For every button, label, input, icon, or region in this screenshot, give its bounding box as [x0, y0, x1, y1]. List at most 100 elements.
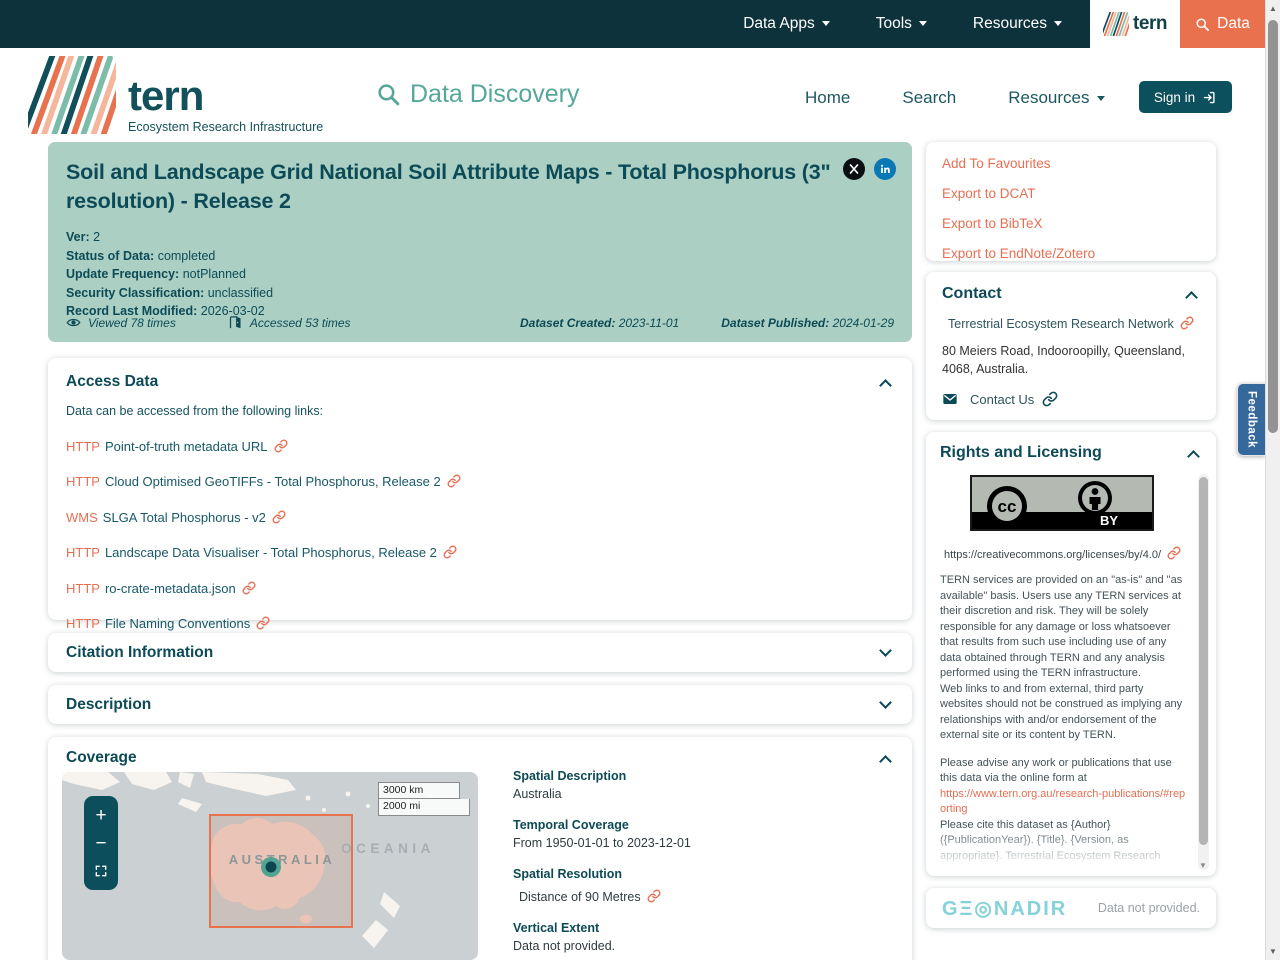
description-heading: Description [66, 695, 152, 713]
tern-tagline: Ecosystem Research Infrastructure [128, 120, 324, 134]
access-link-label: File Naming Conventions [104, 616, 251, 631]
access-link-label: Cloud Optimised GeoTIFFs - Total Phospho… [104, 474, 441, 489]
access-link-ro-crate[interactable]: HTTP ro-crate-metadata.json [66, 581, 894, 596]
map-marker[interactable] [261, 857, 281, 877]
export-bibtex-link[interactable]: Export to BibTeX [942, 208, 1200, 238]
export-endnote-link[interactable]: Export to EndNote/Zotero [942, 238, 1200, 268]
rights-text: TERN services are provided on an "as-is"… [940, 573, 1186, 864]
contact-us-label: Contact Us [970, 391, 1035, 407]
dataset-published: Dataset Published: 2024-01-29 [721, 316, 894, 330]
access-link-wms[interactable]: WMS SLGA Total Phosphorus - v2 [66, 510, 894, 525]
access-data-intro: Data can be accessed from the following … [66, 404, 324, 418]
access-data-heading: Access Data [66, 373, 159, 390]
topnav-resources[interactable]: Resources [973, 15, 1062, 33]
export-dcat-link[interactable]: Export to DCAT [942, 178, 1200, 208]
chevron-up-icon [879, 754, 892, 768]
contact-org-name: Terrestrial Ecosystem Research Network [948, 317, 1174, 331]
rights-header[interactable]: Rights and Licensing [940, 444, 1202, 463]
scroll-down-arrow-icon[interactable]: ▼ [1199, 861, 1207, 870]
temporal-coverage-value: From 1950-01-01 to 2023-12-01 [513, 836, 691, 850]
citation-heading: Citation Information [66, 643, 214, 661]
tern-home-link[interactable]: tern [1090, 0, 1180, 48]
rights-disclaimer-1: TERN services are provided on an "as-is"… [940, 574, 1183, 679]
contact-header[interactable]: Contact [942, 285, 1200, 304]
page-scrollbar[interactable]: ▲ ▼ [1265, 0, 1280, 960]
description-header[interactable]: Description [66, 696, 894, 714]
meta-update-frequency-value: notPlanned [182, 267, 246, 282]
citation-card: Citation Information [48, 633, 912, 672]
sign-in-label: Sign in [1153, 89, 1196, 105]
data-discovery-title[interactable]: Data Discovery [376, 80, 580, 109]
sign-in-button[interactable]: Sign in [1139, 81, 1232, 113]
access-link-file-naming[interactable]: HTTP File Naming Conventions [66, 616, 894, 631]
geonadir-status: Data not provided. [1097, 901, 1200, 915]
fullscreen-button[interactable] [94, 864, 108, 878]
protocol-badge: HTTP [66, 616, 100, 631]
meta-security-label: Security Classification: [66, 285, 205, 300]
access-link-geotiffs[interactable]: HTTP Cloud Optimised GeoTIFFs - Total Pho… [66, 474, 894, 489]
contact-card: Contact Terrestrial Ecosystem Research N… [926, 272, 1216, 420]
report-publications-link[interactable]: https://www.tern.org.au/research-publica… [940, 788, 1185, 816]
meta-security: Security Classification: unclassified [66, 284, 894, 303]
link-icon [647, 889, 661, 903]
link-icon [256, 616, 270, 630]
geonadir-logo[interactable]: GΞ◎NADIR [942, 896, 1067, 921]
top-nav-links: Data Apps Tools Resources [743, 15, 1062, 33]
protocol-badge: HTTP [66, 438, 100, 454]
access-link-point-of-truth[interactable]: HTTP Point-of-truth metadata URL [66, 439, 894, 454]
license-url-link[interactable]: https://creativecommons.org/licenses/by/… [944, 546, 1202, 561]
access-data-card: Access Data Data can be accessed from th… [48, 358, 912, 631]
coverage-card: Coverage AUSTRALIA OCEANIA + − 3000 km 2… [48, 737, 912, 960]
coverage-header[interactable]: Coverage [62, 749, 898, 768]
contact-heading: Contact [942, 285, 1002, 302]
coverage-map[interactable]: AUSTRALIA OCEANIA + − 3000 km 2000 mi [62, 772, 478, 960]
access-link-label: Landscape Data Visualiser - Total Phosph… [104, 545, 437, 560]
meta-security-value: unclassified [207, 285, 274, 300]
link-icon [447, 474, 461, 488]
data-portal-button[interactable]: Data [1180, 0, 1265, 48]
accessed-count: Accessed 53 times [228, 315, 351, 330]
add-to-favourites-link[interactable]: Add To Favourites [942, 148, 1200, 178]
nav-resources[interactable]: Resources [1008, 88, 1105, 108]
contact-org-link[interactable]: Terrestrial Ecosystem Research Network [942, 316, 1200, 331]
share-linkedin-button[interactable] [874, 158, 896, 180]
scroll-down-arrow-icon[interactable]: ▼ [1266, 947, 1280, 956]
cc-attribution-person-icon [1078, 481, 1112, 515]
meta-update-frequency: Update Frequency: notPlanned [66, 265, 894, 284]
data-portal-label: Data [1217, 15, 1250, 32]
spatial-resolution-value: Distance of 90 Metres [519, 890, 641, 904]
description-card: Description [48, 685, 912, 724]
scroll-up-arrow-icon[interactable]: ▲ [1266, 4, 1280, 13]
viewed-count-text: Viewed 78 times [88, 315, 176, 330]
nav-search[interactable]: Search [902, 88, 956, 108]
tern-logo-australia-icon [28, 56, 116, 134]
rights-citation-note: Please cite this dataset as {Author} ({P… [940, 818, 1161, 862]
rights-scrollbar[interactable]: ▼ [1198, 474, 1209, 870]
chevron-up-icon [1187, 449, 1200, 463]
topnav-data-apps[interactable]: Data Apps [743, 15, 830, 33]
zoom-out-button[interactable]: − [95, 834, 106, 853]
contact-address: 80 Meiers Road, Indooroopilly, Queenslan… [942, 344, 1185, 376]
dataset-dates: Dataset Created: 2023-11-01 Dataset Publ… [520, 316, 894, 330]
chevron-up-icon [1185, 290, 1198, 304]
rights-scrollbar-thumb[interactable] [1199, 477, 1208, 845]
cc-by-license-badge[interactable]: BY cc [970, 475, 1154, 531]
export-menu-card: Add To Favourites Export to DCAT Export … [926, 142, 1216, 261]
spatial-resolution-link[interactable]: Distance of 90 Metres [513, 889, 893, 904]
access-link-visualiser[interactable]: HTTP Landscape Data Visualiser - Total Ph… [66, 545, 894, 560]
tern-logo-link[interactable]: tern Ecosystem Research Infrastructure [28, 56, 324, 135]
access-link-label: Point-of-truth metadata URL [104, 438, 268, 454]
zoom-in-button[interactable]: + [95, 806, 106, 825]
page-scrollbar-thumb[interactable] [1268, 20, 1278, 433]
feedback-tab[interactable]: Feedback [1237, 383, 1265, 456]
svg-text:cc: cc [998, 497, 1017, 516]
access-link-label: ro-crate-metadata.json [104, 580, 236, 596]
contact-us-link[interactable]: Contact Us [942, 391, 1200, 407]
share-x-button[interactable] [843, 158, 865, 180]
citation-header[interactable]: Citation Information [66, 644, 894, 662]
nav-home[interactable]: Home [805, 88, 850, 108]
dataset-title: Soil and Landscape Grid National Soil At… [66, 160, 831, 214]
access-data-header[interactable]: Access Data [66, 373, 894, 392]
door-access-icon [228, 315, 243, 330]
topnav-tools[interactable]: Tools [876, 15, 927, 33]
